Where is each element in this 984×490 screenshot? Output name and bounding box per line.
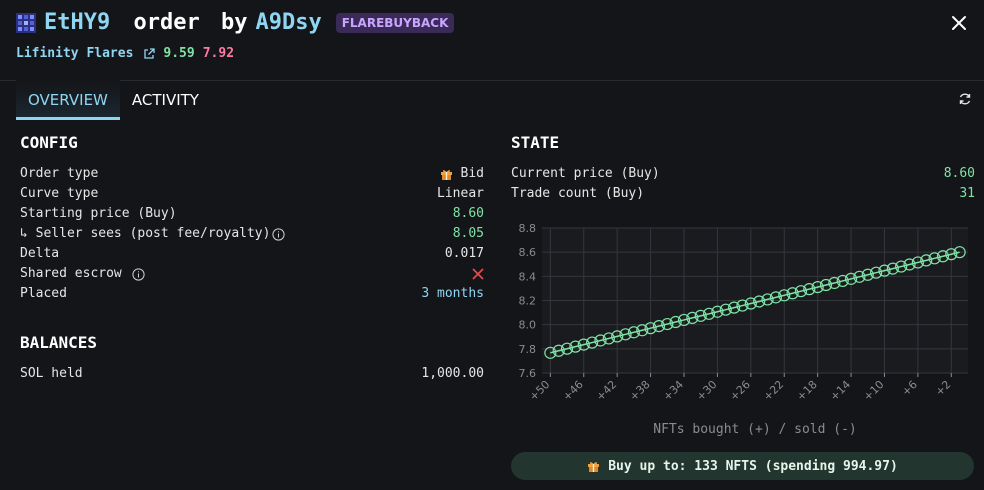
- config-label: ↳ Seller sees (post fee/royalty): [20, 224, 286, 244]
- state-label: Current price (Buy): [511, 166, 660, 181]
- collection-logo-icon: [16, 12, 36, 33]
- config-row-seller-sees: ↳ Seller sees (post fee/royalty) 8.05: [20, 224, 484, 244]
- order-id[interactable]: EtHY9: [44, 10, 110, 35]
- cross-icon: [472, 268, 484, 280]
- x-tick-label: +46: [560, 378, 586, 404]
- y-tick-label: 7.8: [519, 343, 537, 356]
- x-tick-label: +22: [761, 378, 787, 404]
- x-tick-label: +10: [861, 378, 887, 404]
- config-row-shared-escrow: Shared escrow: [20, 264, 484, 284]
- page-title: EtHY9 order by A9Dsy: [44, 10, 322, 35]
- tab-overview[interactable]: OVERVIEW: [16, 80, 120, 120]
- external-link-icon[interactable]: [143, 47, 156, 60]
- state-row-current-price: Current price (Buy) 8.60: [511, 164, 975, 184]
- state-label: Trade count (Buy): [511, 186, 645, 201]
- x-tick-label: +2: [933, 378, 954, 399]
- order-type-value: Bid: [460, 166, 484, 181]
- config-value: Bid: [440, 164, 484, 184]
- owner-link[interactable]: A9Dsy: [255, 10, 321, 35]
- config-row-curve-type: Curve type Linear: [20, 184, 484, 204]
- x-tick-label: +18: [794, 378, 820, 404]
- config-value: [472, 264, 484, 284]
- gift-icon: [588, 461, 600, 472]
- config-row-delta: Delta 0.017: [20, 244, 484, 264]
- config-value: 0.017: [444, 246, 484, 261]
- state-value: 31: [959, 186, 975, 201]
- refresh-icon[interactable]: [958, 92, 972, 106]
- config-row-starting-price: Starting price (Buy) 8.60: [20, 204, 484, 224]
- config-value: 8.05: [452, 226, 484, 241]
- y-tick-label: 8.6: [519, 246, 537, 259]
- config-label: Curve type: [20, 186, 99, 201]
- x-tick-label: +42: [594, 378, 620, 404]
- order-header: EtHY9 order by A9Dsy FLAREBUYBACK Lifinit…: [0, 0, 984, 81]
- x-tick-label: +30: [694, 378, 720, 404]
- gift-icon: [440, 169, 452, 180]
- x-tick-label: +50: [527, 378, 553, 404]
- title-word: order: [133, 10, 200, 35]
- config-heading: CONFIG: [20, 133, 78, 152]
- state-heading: STATE: [511, 133, 560, 152]
- order-tag-badge: FLAREBUYBACK: [335, 12, 455, 33]
- tab-bar: OVERVIEW ACTIVITY: [16, 80, 211, 120]
- close-icon[interactable]: [950, 14, 968, 32]
- y-tick-label: 8.0: [519, 319, 537, 332]
- balances-heading: BALANCES: [20, 333, 98, 352]
- config-value: Linear: [437, 186, 484, 201]
- collection-row: Lifinity Flares 9.59 7.92: [16, 46, 234, 61]
- y-tick-label: 8.4: [519, 270, 537, 283]
- config-label: Starting price (Buy): [20, 206, 177, 221]
- config-value: 8.60: [452, 206, 484, 221]
- y-tick-label: 8.2: [519, 295, 537, 308]
- collection-link[interactable]: Lifinity Flares: [16, 46, 133, 61]
- state-value: 8.60: [943, 166, 975, 181]
- info-icon[interactable]: [132, 267, 145, 281]
- x-tick-label: +26: [727, 378, 753, 404]
- balance-value: 1,000.00: [421, 366, 484, 381]
- config-row-placed: Placed 3 months: [20, 284, 484, 304]
- config-row-order-type: Order type Bid: [20, 164, 484, 184]
- y-tick-label: 8.8: [519, 222, 537, 235]
- balance-label: SOL held: [20, 366, 83, 381]
- best-bid-price: 9.59: [163, 46, 195, 61]
- tab-activity[interactable]: ACTIVITY: [120, 80, 211, 120]
- info-icon[interactable]: [272, 227, 286, 241]
- title-by: by: [220, 10, 248, 35]
- seller-sees-label: ↳ Seller sees (post fee/royalty): [20, 226, 271, 241]
- config-label: Order type: [20, 166, 99, 181]
- balance-row-sol: SOL held 1,000.00: [20, 364, 484, 384]
- config-label: Shared escrow: [20, 264, 145, 284]
- config-label: Placed: [20, 286, 67, 301]
- state-row-trade-count: Trade count (Buy) 31: [511, 184, 975, 204]
- config-label: Delta: [20, 246, 60, 261]
- x-tick-label: +38: [627, 378, 653, 404]
- x-axis-label: NFTs bought (+) / sold (-): [653, 422, 857, 437]
- x-tick-label: +14: [828, 378, 854, 404]
- price-curve-chart: 7.6 7.8 8.0 8.2 8.4 8.6 8.8 +50 +46 +42 +38 +34 +30 +…: [519, 222, 968, 437]
- shared-escrow-label: Shared escrow: [20, 266, 122, 281]
- best-ask-price: 7.92: [202, 46, 235, 61]
- title-row: EtHY9 order by A9Dsy FLAREBUYBACK: [16, 10, 455, 35]
- buy-up-to-label: Buy up to: 133 NFTS (spending 994.97): [608, 458, 898, 474]
- y-tick-label: 7.6: [519, 367, 537, 380]
- buy-up-to-button[interactable]: Buy up to: 133 NFTS (spending 994.97): [511, 452, 974, 480]
- x-tick-label: +6: [899, 378, 920, 399]
- x-tick-label: +34: [661, 378, 687, 404]
- placed-time-link[interactable]: 3 months: [421, 284, 484, 304]
